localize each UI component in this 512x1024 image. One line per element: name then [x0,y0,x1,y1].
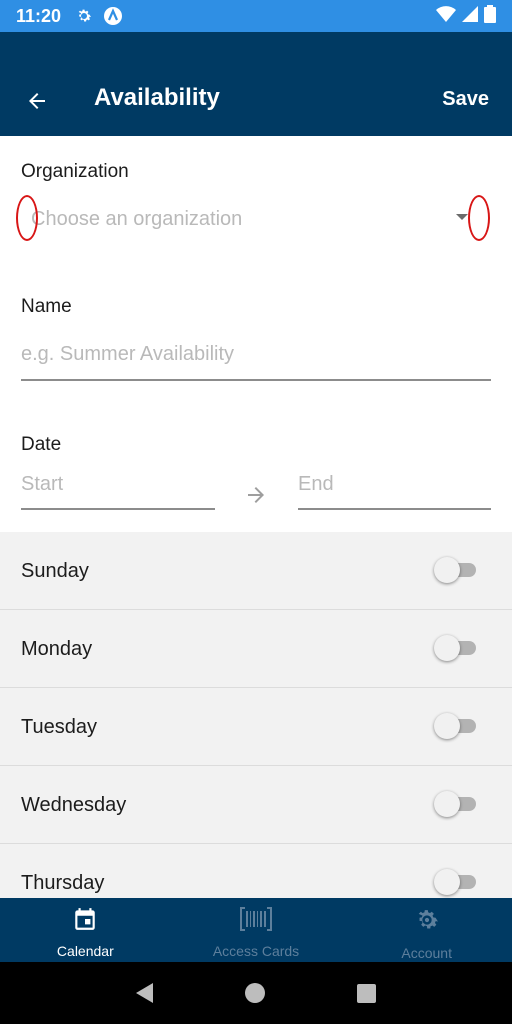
nav-access-cards[interactable]: Access Cards [171,898,342,962]
chevron-down-icon[interactable] [456,214,468,220]
toggle-sunday[interactable] [434,557,478,583]
name-input-underline [21,379,491,381]
day-label-wednesday: Wednesday [21,794,127,816]
toggle-tuesday[interactable] [434,713,478,739]
toggle-monday[interactable] [434,635,478,661]
battery-icon [484,4,496,28]
end-date-underline [298,508,491,510]
annotation-oval-right [468,195,490,241]
day-label-monday: Monday [21,638,93,660]
name-input[interactable]: e.g. Summer Availability [21,343,234,366]
start-date-underline [21,508,215,510]
wifi-icon [436,5,456,27]
list-item: Thursday [0,844,512,898]
home-circle-icon[interactable] [245,983,265,1003]
nav-access-cards-label: Access Cards [212,943,300,959]
name-label: Name [21,296,72,317]
app-bar: Availability Save [0,32,512,136]
gear-icon [75,7,93,25]
day-label-thursday: Thursday [21,872,105,894]
nav-calendar-label: Calendar [56,943,114,959]
toggle-thursday[interactable] [434,869,478,895]
nav-account-label: Account [401,945,452,961]
gear-icon [413,906,441,939]
weekday-list: Sunday Monday Tuesday Wednesday Thursday [0,532,512,898]
date-label: Date [21,434,62,455]
back-triangle-icon[interactable] [136,983,153,1003]
nav-calendar[interactable]: Calendar [0,898,171,962]
toggle-wednesday[interactable] [434,791,478,817]
availability-form: Organization Choose an organization Name… [0,136,512,532]
list-item: Wednesday [0,766,512,844]
end-date-input[interactable]: End [298,473,334,496]
page-title: Availability [94,84,220,111]
save-button[interactable]: Save [442,88,489,111]
start-date-input[interactable]: Start [21,473,63,496]
status-bar: 11:20 [0,0,512,32]
arrow-right-icon [244,483,268,512]
annotation-oval-left [16,195,38,241]
day-label-sunday: Sunday [21,560,89,582]
organization-label: Organization [21,161,129,182]
organization-select[interactable]: Choose an organization [31,208,242,231]
barcode-icon [240,906,272,937]
list-item: Tuesday [0,688,512,766]
signal-icon [462,5,478,27]
system-navigation [0,962,512,1024]
bottom-navigation: Calendar Access Cards Account [0,898,512,962]
list-item: Monday [0,610,512,688]
day-label-tuesday: Tuesday [21,716,97,738]
nav-account[interactable]: Account [341,898,512,962]
recents-square-icon[interactable] [357,983,376,1003]
app-a-icon [103,6,123,26]
arrow-left-icon[interactable] [22,86,52,116]
status-time: 11:20 [16,5,62,26]
list-item: Sunday [0,532,512,610]
calendar-icon [72,906,98,937]
